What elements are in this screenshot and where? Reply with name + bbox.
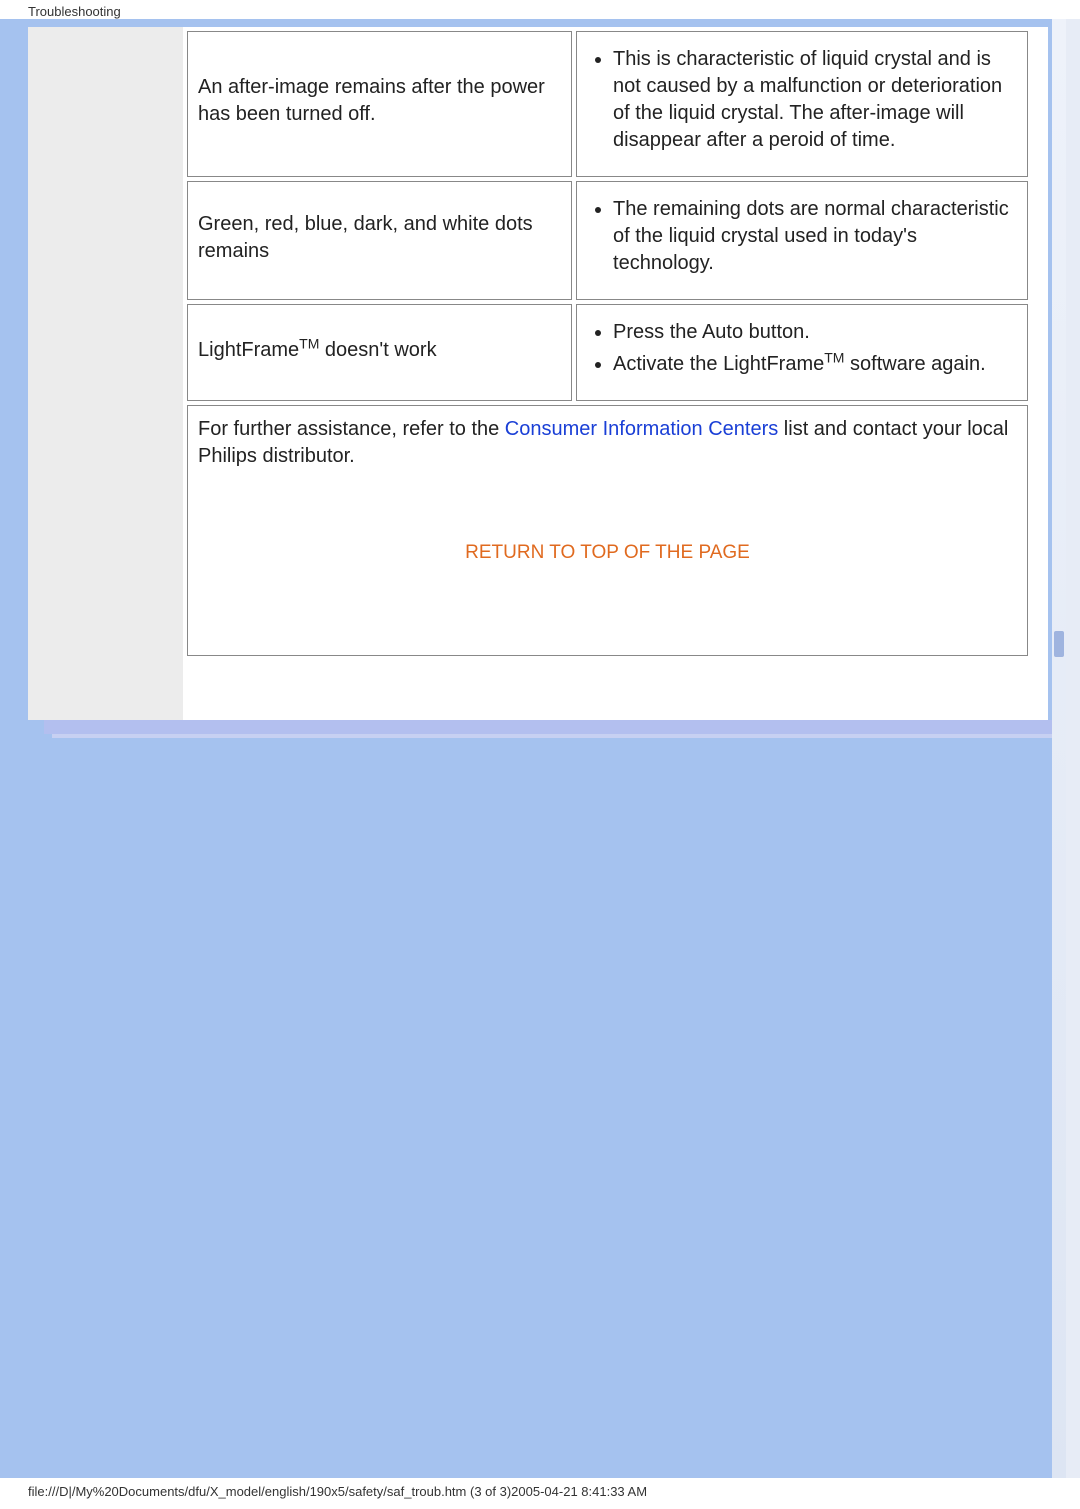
- solution-cell: This is characteristic of liquid crystal…: [576, 31, 1028, 177]
- scrollbar-thumb[interactable]: [1054, 631, 1064, 657]
- table-row: Green, red, blue, dark, and white dots r…: [187, 181, 1028, 300]
- table-row: LightFrameTM doesn't work Press the Auto…: [187, 304, 1028, 401]
- symptom-cell: LightFrameTM doesn't work: [187, 304, 572, 401]
- content-area: An after-image remains after the power h…: [183, 27, 1048, 720]
- symptom-cell: An after-image remains after the power h…: [187, 31, 572, 177]
- solution-cell: The remaining dots are normal characteri…: [576, 181, 1028, 300]
- consumer-info-link[interactable]: Consumer Information Centers: [505, 418, 778, 440]
- status-bar: file:///D|/My%20Documents/dfu/X_model/en…: [0, 1478, 1080, 1509]
- symptom-text: An after-image remains after the power h…: [198, 76, 545, 125]
- paper-shadow: [44, 720, 1052, 734]
- list-item: The remaining dots are normal characteri…: [613, 196, 1017, 277]
- list-item: Press the Auto button.: [613, 319, 1017, 346]
- left-margin: [28, 27, 183, 720]
- list-item: Activate the LightFrameTM software again…: [613, 348, 1017, 378]
- background-fill: [0, 738, 1066, 1478]
- scrollbar-track[interactable]: [1052, 19, 1066, 1478]
- list-item: This is characteristic of liquid crystal…: [613, 46, 1017, 154]
- document-paper: An after-image remains after the power h…: [28, 27, 1048, 720]
- troubleshooting-table: An after-image remains after the power h…: [183, 27, 1032, 405]
- page-title: Troubleshooting: [28, 4, 121, 19]
- status-text: file:///D|/My%20Documents/dfu/X_model/en…: [28, 1484, 647, 1499]
- page-background: An after-image remains after the power h…: [0, 19, 1066, 1478]
- page-header: Troubleshooting: [0, 0, 1080, 19]
- solution-list: This is characteristic of liquid crystal…: [613, 46, 1017, 154]
- symptom-text: Green, red, blue, dark, and white dots r…: [198, 213, 533, 262]
- return-to-top-link[interactable]: RETURN TO TOP OF THE PAGE: [198, 540, 1017, 566]
- solution-list: Press the Auto button. Activate the Ligh…: [613, 319, 1017, 378]
- solution-list: The remaining dots are normal characteri…: [613, 196, 1017, 277]
- footer-prefix: For further assistance, refer to the: [198, 418, 505, 440]
- solution-cell: Press the Auto button. Activate the Ligh…: [576, 304, 1028, 401]
- table-row: An after-image remains after the power h…: [187, 31, 1028, 177]
- footer-note: For further assistance, refer to the Con…: [187, 405, 1028, 657]
- symptom-cell: Green, red, blue, dark, and white dots r…: [187, 181, 572, 300]
- symptom-text: LightFrameTM doesn't work: [198, 339, 437, 361]
